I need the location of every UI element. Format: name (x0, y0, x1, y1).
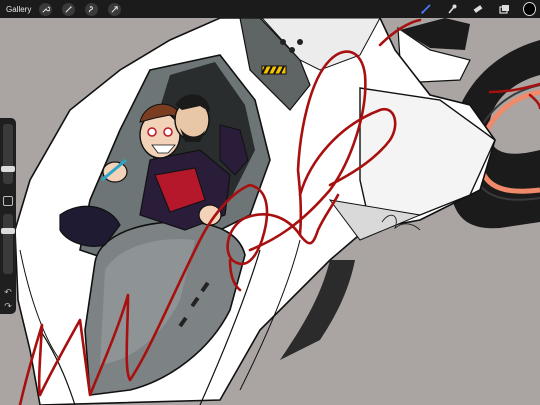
color-picker[interactable] (523, 2, 536, 16)
transform-arrow-icon[interactable] (108, 2, 122, 16)
undo-icon[interactable]: ↶ (3, 288, 13, 298)
smudge-icon[interactable] (445, 3, 458, 16)
right-tools (419, 0, 536, 18)
selection-icon[interactable] (85, 2, 99, 16)
layers-icon[interactable] (497, 3, 510, 16)
color-swatch (523, 2, 536, 16)
opacity-handle[interactable] (1, 227, 15, 234)
top-toolbar: Gallery (0, 0, 540, 18)
brush-size-handle[interactable] (1, 166, 15, 173)
opacity-slider[interactable] (1, 214, 15, 274)
brush-icon[interactable] (419, 3, 432, 16)
redo-icon[interactable]: ↷ (3, 302, 13, 312)
magic-wand-icon[interactable] (62, 2, 76, 16)
brush-size-slider[interactable] (1, 124, 15, 184)
modify-button[interactable] (3, 196, 13, 206)
left-sidebar: ↶ ↷ (0, 118, 16, 314)
hazard-stripe (261, 65, 287, 75)
gallery-button[interactable]: Gallery (6, 5, 31, 14)
drawing-canvas[interactable] (0, 0, 540, 405)
eraser-icon[interactable] (471, 3, 484, 16)
wrench-icon[interactable] (39, 2, 53, 16)
